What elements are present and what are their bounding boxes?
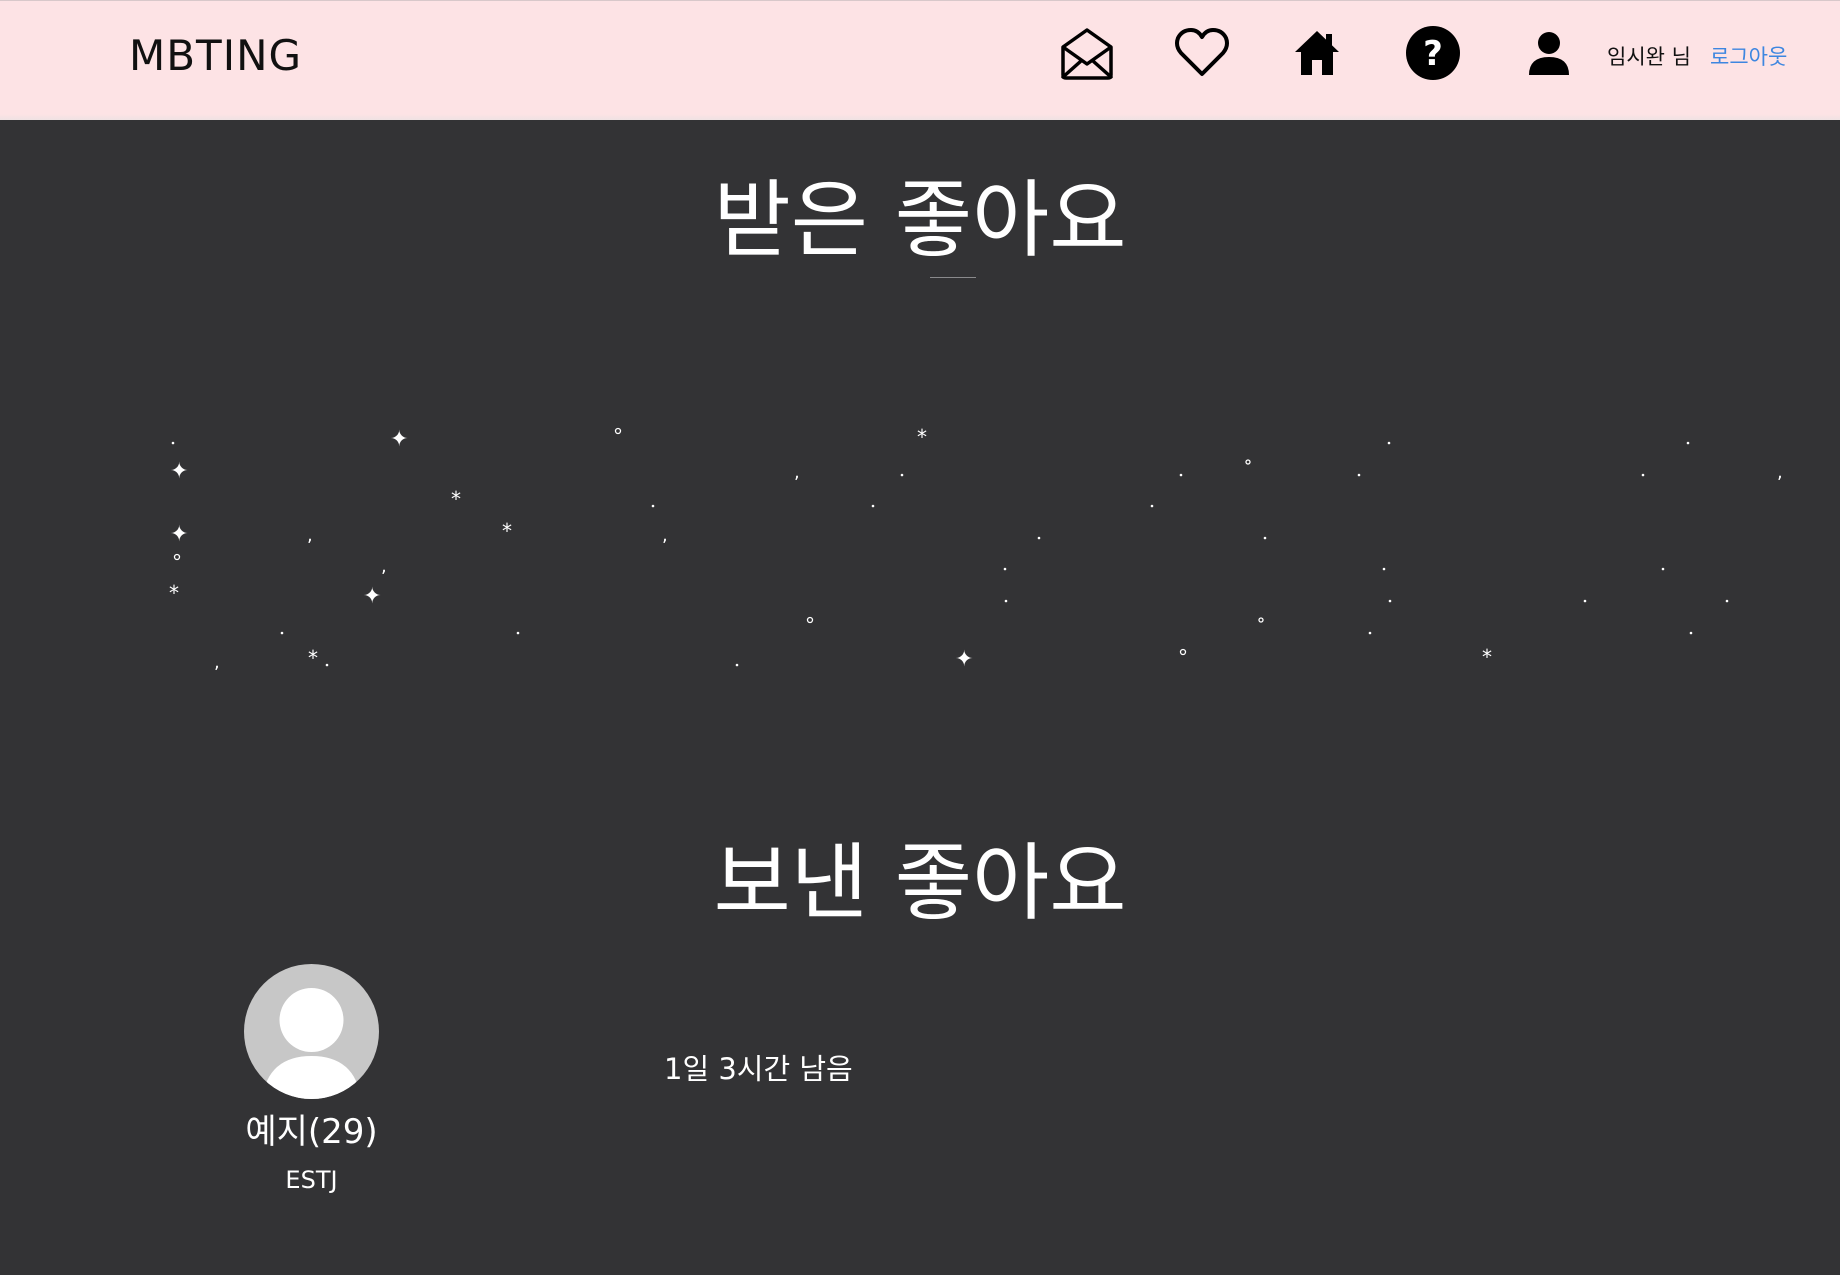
user-icon[interactable] xyxy=(1519,23,1579,83)
svg-text:✦: ✦ xyxy=(955,647,973,672)
svg-text:*: * xyxy=(169,581,179,605)
logout-link[interactable]: 로그아웃 xyxy=(1710,41,1787,71)
avatar[interactable] xyxy=(244,964,379,1099)
svg-text:*: * xyxy=(917,425,927,449)
help-icon[interactable]: ? xyxy=(1403,23,1463,83)
sent-like-card[interactable]: 예지(29) ESTJ xyxy=(244,964,379,1194)
svg-text:✦: ✦ xyxy=(170,459,188,484)
svg-text:*: * xyxy=(1482,645,1492,669)
user-name-label: 임시완 님 xyxy=(1607,45,1691,69)
profile-name: 예지(29) xyxy=(245,1112,378,1152)
svg-text:✦: ✦ xyxy=(363,584,381,609)
title-divider xyxy=(930,277,976,278)
heart-icon[interactable] xyxy=(1172,23,1232,83)
svg-text:,: , xyxy=(307,525,313,546)
received-likes-title: 받은 좋아요 xyxy=(713,171,1127,269)
svg-text:,: , xyxy=(381,556,387,577)
mail-open-icon[interactable] xyxy=(1057,23,1117,83)
svg-text:✦: ✦ xyxy=(170,522,188,547)
svg-text:*: * xyxy=(451,487,461,511)
svg-text:✦: ✦ xyxy=(390,427,408,452)
svg-text:,: , xyxy=(1777,462,1783,483)
svg-text:?: ? xyxy=(1423,34,1443,74)
time-remaining-label: 1일 3시간 남음 xyxy=(664,1052,853,1086)
home-icon[interactable] xyxy=(1287,23,1347,83)
sent-likes-title: 보낸 좋아요 xyxy=(713,834,1127,932)
svg-text:,: , xyxy=(214,652,220,673)
default-avatar-icon xyxy=(262,988,361,1099)
svg-text:,: , xyxy=(662,525,668,546)
profile-mbti: ESTJ xyxy=(285,1166,338,1194)
svg-text:*: * xyxy=(502,519,512,543)
svg-text:,: , xyxy=(794,462,800,483)
site-logo[interactable]: MBTING xyxy=(129,31,302,80)
svg-text:*: * xyxy=(308,646,318,670)
top-navbar: MBTING ? 임시완 님 로그아웃 xyxy=(0,0,1840,120)
